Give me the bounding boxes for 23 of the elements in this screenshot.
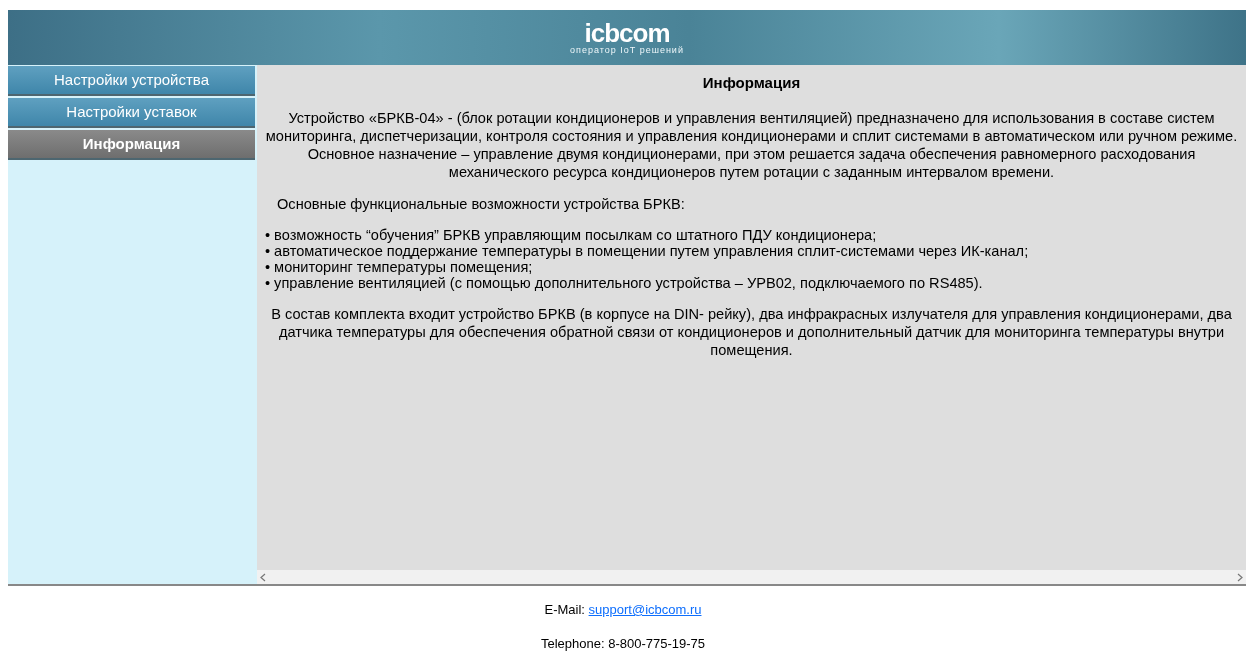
scroll-left-icon[interactable] [260,572,266,582]
intro-paragraph: Устройство «БРКВ-04» - (блок ротации кондиционеров и управления вентиляцией) предназначено для использования в составе систем мониторинга, диспетчеризации, контроля состояния и управления кондиционерами и сплит системами в автоматическом или ручном режиме. Основное назначение – управление двумя кондиционерами, при этом решается задача обеспечения равномерного расходования механического ресурса кондиционеров путем ротации с заданным интервалом времени. [265,108,1238,181]
logo-tagline: оператор IoT решений [570,46,684,55]
horizontal-scrollbar[interactable] [257,570,1246,584]
bullet-marker: • [265,226,271,243]
feature-item: управление вентиляцией (с помощью дополнительного устройства – УРВ02, подключаемого по RS485). [274,274,983,291]
bullet-marker: • [265,242,271,259]
logo: icbcom [584,20,670,46]
bullet-marker: • [265,274,271,291]
features-heading: Основные функциональные возможности устройства БРКВ: [277,194,686,213]
sidebar-menu-item[interactable]: Информация [8,130,255,160]
sidebar-menu-item[interactable]: Настройки устройства [8,66,255,96]
phone-text: Telephone: 8-800-775-19-75 [540,635,706,651]
email-label: E-Mail: [544,602,585,617]
sidebar-menu-item[interactable]: Настройки уставок [8,98,255,128]
email-link[interactable]: support@icbcom.ru [588,602,702,617]
kit-paragraph: В состав комплекта входит устройство БРКВ (в корпусе на DIN- рейку), два инфракрасных излучателя для управления кондиционерами, два датчика температуры для обеспечения обратной связи от кондиционеров и дополнительный датчик для мониторинга температуры внутри помещения. [270,304,1233,359]
scroll-right-icon[interactable] [1237,572,1243,582]
feature-item: возможность “обучения” БРКВ управляющим посылкам со штатного ПДУ кондиционера; [274,226,877,243]
feature-item: автоматическое поддержание температуры в помещении путем управления сплит-системами через ИК-канал; [274,242,1029,259]
bullet-marker: • [265,258,271,275]
feature-item: мониторинг температуры помещения; [274,258,533,275]
page-title: Информация [701,73,802,93]
